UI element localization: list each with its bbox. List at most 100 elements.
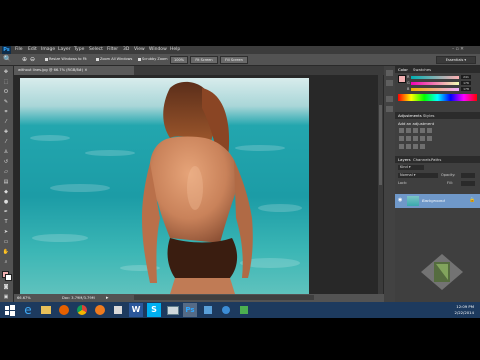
levels-icon[interactable]: [406, 128, 411, 133]
gradient-tool-icon[interactable]: ▤: [2, 179, 10, 185]
r-value[interactable]: 241: [461, 75, 471, 79]
menu-filter[interactable]: Filter: [107, 46, 118, 54]
close-tab-icon[interactable]: ✕: [84, 68, 87, 72]
fill-screen-button[interactable]: Fill Screen: [220, 56, 248, 64]
monitor-app-icon[interactable]: [165, 303, 179, 317]
pen-tool-icon[interactable]: ✒: [2, 209, 10, 215]
color-spectrum-bar[interactable]: [398, 94, 477, 101]
layer-name[interactable]: Background: [422, 198, 445, 203]
tab-paths[interactable]: Paths: [431, 156, 441, 163]
clone-stamp-icon[interactable]: ♙: [2, 149, 10, 155]
brush-tool-icon[interactable]: ⁄: [2, 139, 10, 145]
crop-tool-icon[interactable]: ⌗: [2, 109, 10, 115]
horizontal-scrollbar[interactable]: [134, 295, 314, 300]
menu-3d[interactable]: 3D: [123, 46, 129, 54]
zoom-tool-icon[interactable]: 🔍: [3, 55, 12, 63]
word-icon[interactable]: W: [129, 303, 143, 317]
tab-color[interactable]: Color: [398, 66, 408, 73]
shape-tool-icon[interactable]: ▭: [2, 239, 10, 245]
internet-explorer-icon[interactable]: e: [21, 303, 35, 317]
menu-select[interactable]: Select: [89, 46, 103, 54]
type-tool-icon[interactable]: T: [2, 219, 10, 225]
fg-color-preview[interactable]: [398, 75, 406, 83]
b-slider[interactable]: [411, 88, 459, 91]
tab-layers[interactable]: Layers: [398, 156, 411, 163]
layer-row-background[interactable]: ◉ Background 🔒: [395, 194, 480, 208]
fit-screen-button[interactable]: Fit Screen: [190, 56, 218, 64]
exposure-icon[interactable]: [420, 128, 425, 133]
firefox-icon[interactable]: [57, 303, 71, 317]
history-brush-icon[interactable]: ↺: [2, 159, 10, 165]
blend-mode-select[interactable]: Normal ▾: [398, 173, 438, 178]
invert-icon[interactable]: [399, 144, 404, 149]
path-select-icon[interactable]: ➤: [2, 229, 10, 235]
tab-swatches[interactable]: Swatches: [413, 66, 431, 73]
properties-panel-icon[interactable]: [386, 80, 393, 86]
resize-windows-checkbox[interactable]: Resize Windows to Fit: [45, 57, 87, 62]
tab-channels[interactable]: Channels: [413, 156, 431, 163]
quick-select-tool-icon[interactable]: ✎: [2, 99, 10, 105]
menu-edit[interactable]: Edit: [28, 46, 37, 54]
hue-saturation-icon[interactable]: [399, 136, 404, 141]
photo-filter-icon[interactable]: [420, 136, 425, 141]
scrubby-zoom-checkbox[interactable]: Scrubby Zoom: [138, 57, 168, 62]
menu-view[interactable]: View: [134, 46, 145, 54]
layer-filter-select[interactable]: Kind ▾: [398, 165, 424, 170]
g-value[interactable]: 176: [461, 81, 471, 85]
zoom-level[interactable]: 66.67%: [17, 294, 31, 302]
document-tab[interactable]: without lines.jpg @ 66.7% (RGB/8#) ✕: [14, 66, 134, 75]
g-slider[interactable]: [411, 82, 459, 85]
channel-mixer-icon[interactable]: [427, 136, 432, 141]
blur-tool-icon[interactable]: ◆: [2, 189, 10, 195]
curves-icon[interactable]: [413, 128, 418, 133]
menu-type[interactable]: Type: [74, 46, 84, 54]
zoom-tool-small-icon[interactable]: ⌕: [2, 259, 10, 265]
posterize-icon[interactable]: [406, 144, 411, 149]
gradient-map-icon[interactable]: [420, 144, 425, 149]
paragraph-panel-icon[interactable]: [386, 106, 393, 112]
b-value[interactable]: 178: [461, 87, 471, 91]
scroll-thumb[interactable]: [379, 105, 382, 185]
vibrance-icon[interactable]: [427, 128, 432, 133]
zoom-all-windows-checkbox[interactable]: Zoom All Windows: [96, 57, 132, 62]
status-menu-arrow[interactable]: ▸: [106, 294, 109, 302]
app-icon-green[interactable]: [237, 303, 251, 317]
window-controls[interactable]: – ▫ ✕: [452, 46, 464, 54]
menu-layer[interactable]: Layer: [58, 46, 71, 54]
system-clock[interactable]: 12:09 PM 2/22/2014: [444, 304, 474, 316]
file-explorer-icon[interactable]: [39, 303, 53, 317]
tab-adjustments[interactable]: Adjustments: [398, 112, 422, 119]
fill-field[interactable]: [461, 181, 475, 186]
chrome-icon[interactable]: [75, 303, 89, 317]
media-player-icon[interactable]: [93, 303, 107, 317]
marquee-tool-icon[interactable]: ⬚: [2, 79, 10, 85]
history-panel-icon[interactable]: [386, 70, 393, 76]
workspace-select[interactable]: Essentials ▾: [436, 56, 476, 64]
black-white-icon[interactable]: [413, 136, 418, 141]
menu-image[interactable]: Image: [41, 46, 55, 54]
threshold-icon[interactable]: [413, 144, 418, 149]
lasso-tool-icon[interactable]: ʘ: [2, 89, 10, 95]
start-button[interactable]: [3, 303, 17, 317]
r-slider[interactable]: [411, 76, 459, 79]
photoshop-taskbar-icon[interactable]: Ps: [183, 303, 197, 317]
app-icon-grid[interactable]: [201, 303, 215, 317]
zoom-in-icon[interactable]: ⊕: [22, 56, 27, 63]
color-balance-icon[interactable]: [406, 136, 411, 141]
quick-mask-icon[interactable]: ◙: [2, 284, 10, 290]
zoom-out-icon[interactable]: ⊖: [30, 56, 35, 63]
character-panel-icon[interactable]: [386, 96, 393, 102]
vertical-scrollbar[interactable]: [378, 75, 383, 294]
hand-tool-icon[interactable]: ✋: [2, 249, 10, 255]
eyedropper-tool-icon[interactable]: ⁄: [2, 119, 10, 125]
doc-size-info[interactable]: Doc: 3.79M/3.79M: [62, 294, 95, 302]
background-color-swatch[interactable]: [5, 274, 12, 281]
cube-app-icon[interactable]: [111, 303, 125, 317]
app-icon-blue[interactable]: [219, 303, 233, 317]
eraser-tool-icon[interactable]: ▱: [2, 169, 10, 175]
move-tool-icon[interactable]: ✥: [2, 69, 10, 75]
brightness-contrast-icon[interactable]: [399, 128, 404, 133]
actual-pixels-button[interactable]: 100%: [170, 56, 188, 64]
screen-mode-icon[interactable]: ▣: [2, 294, 10, 300]
visibility-eye-icon[interactable]: ◉: [398, 197, 402, 203]
